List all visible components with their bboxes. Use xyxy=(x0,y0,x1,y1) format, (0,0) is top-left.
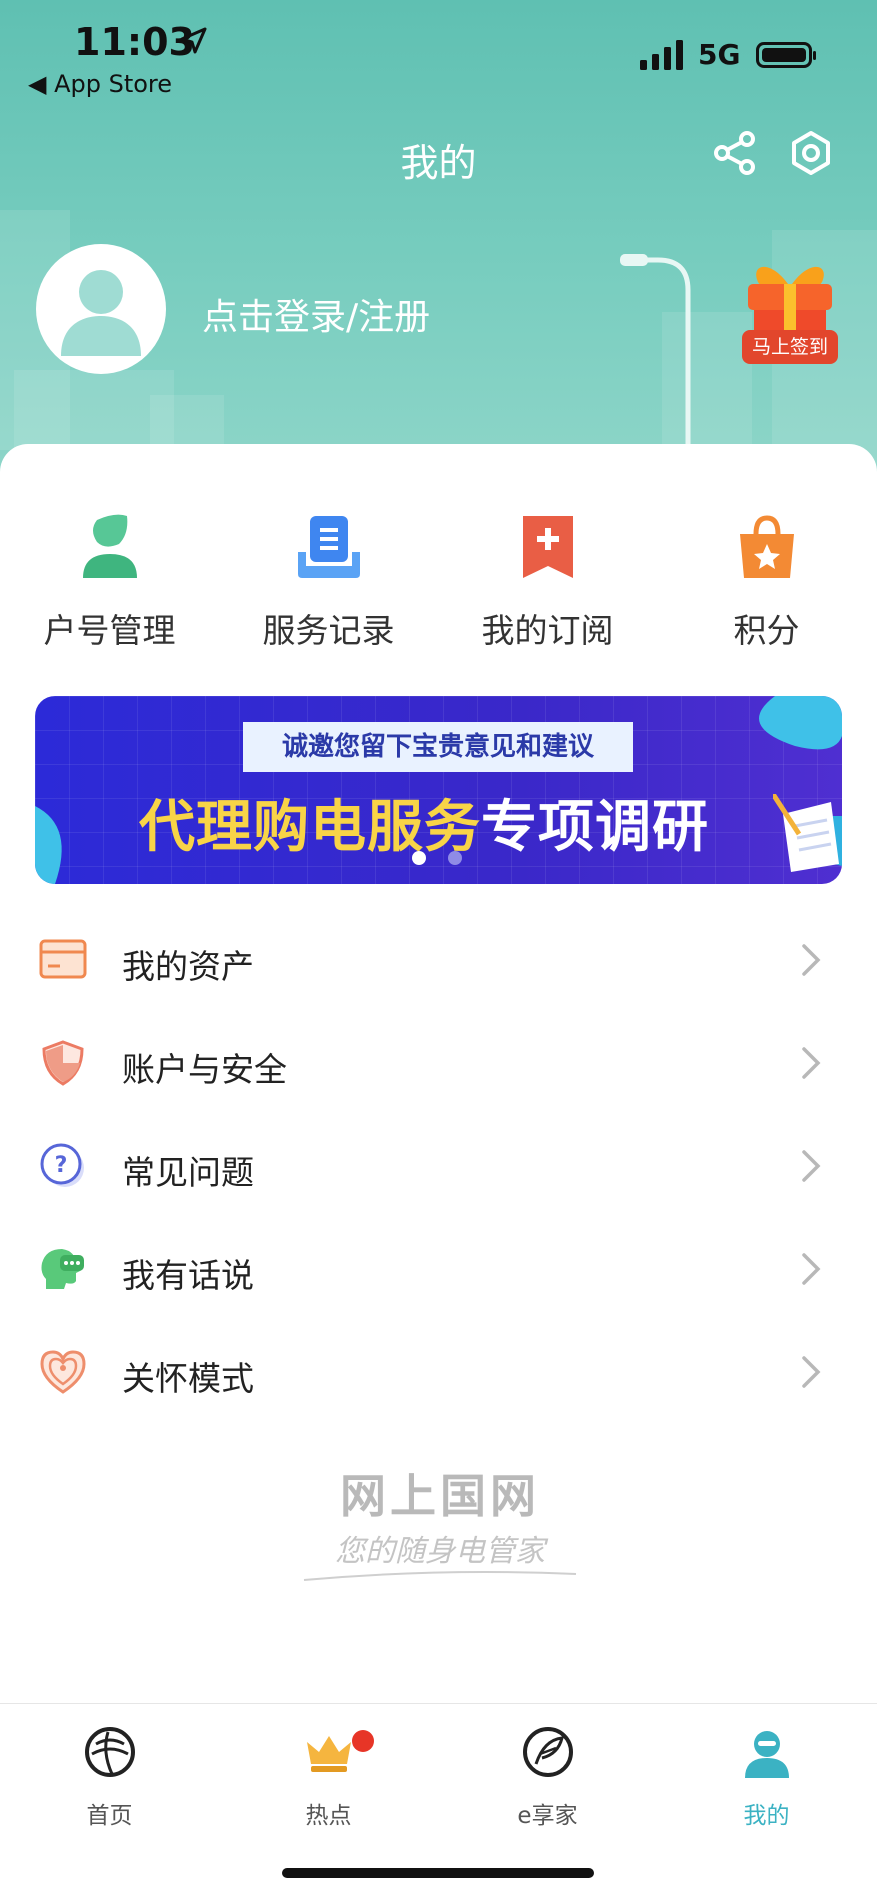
document-pen-icon xyxy=(773,794,839,872)
pagination-dot-active[interactable] xyxy=(412,851,426,865)
menu-item-label: 账户与安全 xyxy=(122,1050,287,1089)
menu-item-care-mode[interactable]: 关怀模式 xyxy=(0,1322,877,1422)
back-to-app-store[interactable]: ◀ App Store xyxy=(28,70,172,98)
tab-home[interactable]: 首页 xyxy=(0,1724,219,1830)
menu-item-account-security[interactable]: 账户与安全 xyxy=(0,1013,877,1113)
brand-underline-decoration xyxy=(303,1571,577,1581)
avatar[interactable] xyxy=(36,244,166,374)
menu-item-label: 我有话说 xyxy=(122,1256,254,1295)
signal-strength-icon xyxy=(640,40,683,70)
shield-icon xyxy=(42,1040,84,1086)
menu-item-label: 关怀模式 xyxy=(122,1359,254,1398)
status-time: 11:03 xyxy=(74,20,195,64)
tab-label: 热点 xyxy=(305,1803,352,1829)
chevron-right-icon xyxy=(802,944,821,976)
tab-hot[interactable]: 热点 xyxy=(219,1724,438,1830)
service-record-icon xyxy=(297,516,360,578)
banner-pagination xyxy=(412,850,484,869)
banner-title-white: 专项调研 xyxy=(481,795,709,860)
menu-item-label: 常见问题 xyxy=(122,1153,254,1192)
account-manage-icon xyxy=(82,514,137,578)
banner-subtitle: 诚邀您留下宝贵意见和建议 xyxy=(243,722,633,772)
brand-name: 网上国网 xyxy=(340,1469,540,1523)
tab-e-home[interactable]: e享家 xyxy=(438,1724,657,1830)
chevron-right-icon xyxy=(802,1150,821,1182)
settings-gear-icon[interactable] xyxy=(788,130,834,176)
menu-item-label: 我的资产 xyxy=(122,947,254,986)
login-register-link[interactable]: 点击登录/注册 xyxy=(202,288,430,340)
points-bag-icon xyxy=(739,515,794,578)
quick-action-label: 积分 xyxy=(733,611,800,650)
quick-action-label: 服务记录 xyxy=(262,611,395,650)
assets-card-icon xyxy=(39,939,87,979)
feather-e-icon xyxy=(522,1727,573,1777)
crown-icon xyxy=(306,1736,351,1772)
chevron-right-icon xyxy=(802,1356,821,1388)
care-heart-icon xyxy=(40,1350,86,1394)
share-icon[interactable] xyxy=(712,130,758,176)
battery-icon xyxy=(756,42,816,68)
quick-action-label: 户号管理 xyxy=(43,611,176,650)
profile-header: 11:03 ◀ App Store 5G 我的 点击登录/注册 马上签到 xyxy=(0,0,877,490)
location-arrow-icon xyxy=(180,27,207,54)
user-tab-icon xyxy=(744,1731,789,1778)
tab-label: e享家 xyxy=(517,1803,578,1829)
network-type: 5G xyxy=(698,38,741,71)
question-icon: ? xyxy=(40,1143,84,1187)
quick-action-subscription[interactable]: 我的订阅 xyxy=(438,512,657,652)
chevron-right-icon xyxy=(802,1253,821,1285)
checkin-button[interactable]: 马上签到 xyxy=(742,330,838,364)
tab-label: 我的 xyxy=(743,1803,790,1829)
subscription-icon xyxy=(522,516,573,578)
menu-item-feedback[interactable]: 我有话说 xyxy=(0,1219,877,1319)
menu-item-assets[interactable]: 我的资产 xyxy=(0,910,877,1010)
footer-brand-logo: 网上国网 您的随身电管家 xyxy=(300,1460,580,1600)
chat-head-icon xyxy=(41,1249,84,1289)
chevron-right-icon xyxy=(802,1047,821,1079)
svg-text:?: ? xyxy=(55,1153,68,1178)
menu-item-faq[interactable]: ? 常见问题 xyxy=(0,1116,877,1216)
status-bar: 11:03 ◀ App Store 5G xyxy=(0,18,877,98)
default-avatar-icon xyxy=(61,270,141,356)
tab-mine[interactable]: 我的 xyxy=(657,1724,876,1830)
brand-slogan: 您的随身电管家 xyxy=(335,1534,545,1569)
quick-action-label: 我的订阅 xyxy=(481,611,614,650)
quick-action-points[interactable]: 积分 xyxy=(657,512,876,652)
street-lamp-decoration xyxy=(620,254,691,450)
quick-action-account-manage[interactable]: 户号管理 xyxy=(0,512,219,652)
globe-home-icon xyxy=(84,1727,135,1777)
pagination-dot[interactable] xyxy=(448,851,462,865)
notification-badge xyxy=(352,1730,374,1752)
home-indicator[interactable] xyxy=(282,1868,594,1878)
quick-action-service-record[interactable]: 服务记录 xyxy=(219,512,438,652)
tab-label: 首页 xyxy=(86,1803,133,1829)
